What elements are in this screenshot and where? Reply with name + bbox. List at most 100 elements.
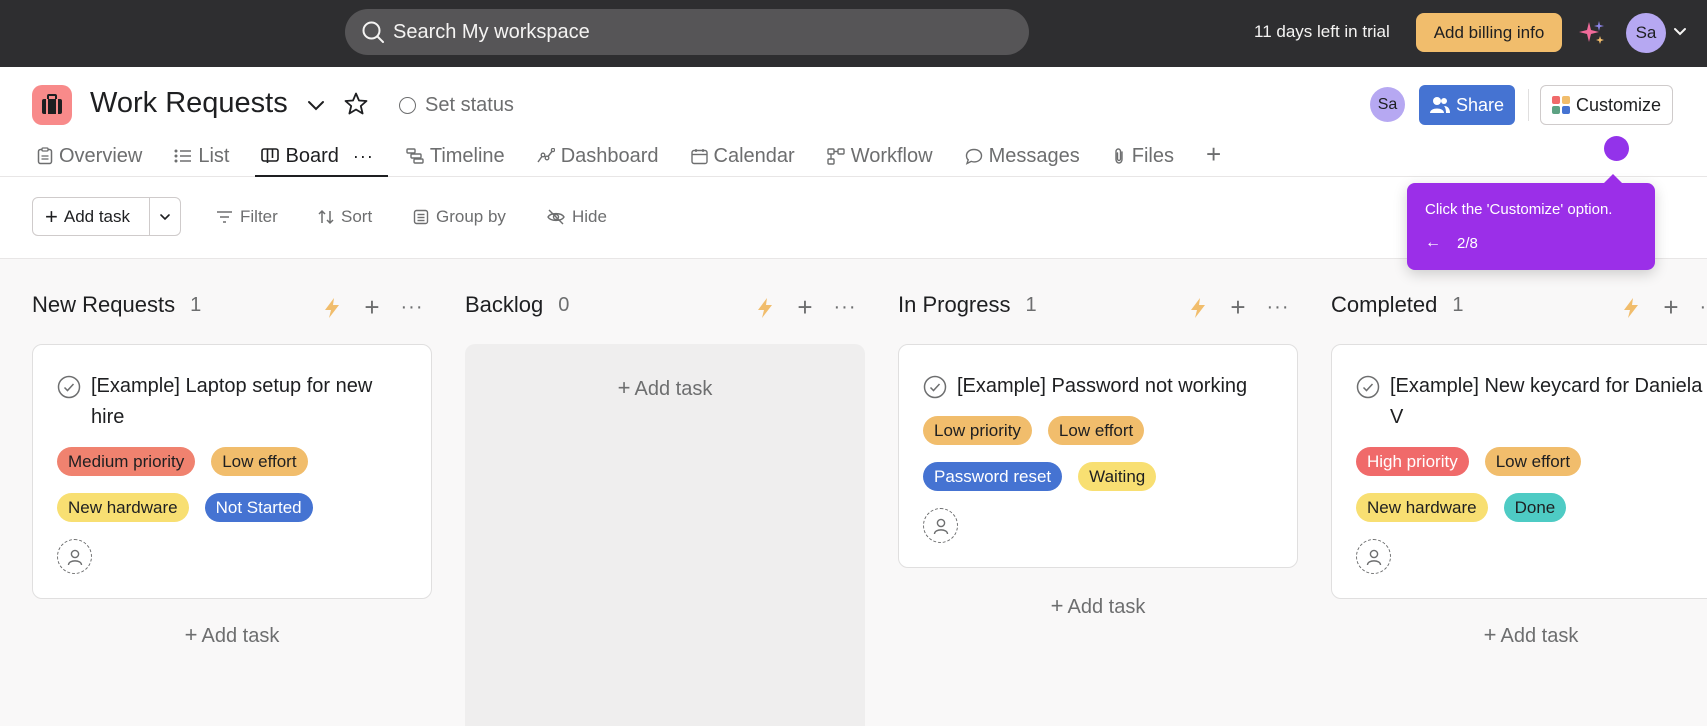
tab-label: Files: [1131, 144, 1174, 167]
assignee-placeholder-icon[interactable]: [923, 508, 958, 543]
check-circle-icon[interactable]: [1356, 375, 1380, 399]
tag-effort: Low effort: [1484, 447, 1582, 476]
column-header: In Progress 1 + ···: [898, 292, 1298, 322]
add-icon[interactable]: +: [1651, 292, 1691, 323]
lightning-icon[interactable]: [312, 297, 352, 319]
more-options-icon[interactable]: ···: [392, 296, 432, 319]
task-card[interactable]: [Example] Password not working Low prior…: [898, 344, 1298, 568]
plus-icon: +: [184, 622, 198, 647]
tab-label: Overview: [59, 144, 143, 167]
column-actions: + ···: [1611, 292, 1707, 323]
add-icon[interactable]: +: [1218, 292, 1258, 323]
add-billing-button[interactable]: Add billing info: [1416, 13, 1562, 52]
task-card[interactable]: [Example] New keycard for Daniela V High…: [1331, 344, 1707, 599]
assignee-placeholder-icon[interactable]: [57, 539, 92, 574]
tab-label: Board: [285, 144, 339, 167]
add-tab-icon[interactable]: +: [1206, 139, 1221, 170]
chevron-down-icon[interactable]: [1672, 24, 1688, 45]
set-status-button[interactable]: Set status: [399, 94, 514, 117]
arrow-left-icon[interactable]: ←: [1425, 234, 1441, 252]
tag-row: Password reset Waiting: [923, 462, 1273, 491]
add-icon[interactable]: +: [352, 292, 392, 323]
ai-sparkle-icon[interactable]: [1578, 19, 1606, 52]
filter-icon: [217, 211, 232, 223]
tab-timeline[interactable]: Timeline: [406, 143, 505, 177]
column-add-task-button[interactable]: + Add task: [1331, 622, 1707, 648]
assignee-placeholder-icon[interactable]: [1356, 539, 1391, 574]
tag-priority: High priority: [1356, 447, 1469, 476]
tab-list[interactable]: List: [174, 143, 229, 177]
more-options-icon[interactable]: ···: [1258, 296, 1298, 319]
tab-overview[interactable]: Overview: [37, 143, 142, 177]
tab-workflow[interactable]: Workflow: [827, 143, 933, 177]
tab-messages[interactable]: Messages: [965, 143, 1080, 177]
add-task-button[interactable]: + Add task: [33, 198, 150, 235]
column-title[interactable]: Completed: [1331, 292, 1437, 318]
column-add-task-button[interactable]: + Add task: [32, 622, 432, 648]
group-by-button[interactable]: Group by: [413, 207, 506, 227]
project-header: Work Requests Set status Sa Share Custom…: [0, 67, 1707, 177]
column-actions: + ···: [1178, 292, 1298, 323]
sort-label: Sort: [341, 207, 373, 226]
tooltip-nav: ← 2/8: [1425, 234, 1637, 252]
column-header: New Requests 1 + ···: [32, 292, 432, 322]
column-count: 1: [1452, 293, 1464, 316]
tab-files[interactable]: Files: [1112, 143, 1174, 177]
tab-dashboard[interactable]: Dashboard: [537, 143, 659, 177]
tag-effort: Low effort: [211, 447, 308, 476]
column-title[interactable]: New Requests: [32, 292, 175, 318]
member-avatar[interactable]: Sa: [1370, 87, 1405, 122]
more-options-icon[interactable]: ···: [825, 296, 865, 319]
message-bubble-icon: [965, 148, 982, 165]
lightning-icon[interactable]: [745, 297, 785, 319]
user-avatar[interactable]: Sa: [1626, 13, 1666, 53]
tour-hotspot-dot[interactable]: [1604, 136, 1629, 161]
lightning-icon[interactable]: [1178, 297, 1218, 319]
tab-calendar[interactable]: Calendar: [690, 143, 795, 177]
list-icon: [174, 149, 192, 163]
board-column-backlog: Backlog 0 + ··· + Add task: [465, 259, 865, 726]
search-placeholder: Search My workspace: [393, 20, 590, 43]
add-task-dropdown[interactable]: [150, 210, 180, 224]
tab-board[interactable]: Board ···: [255, 143, 389, 177]
divider: [1528, 89, 1529, 121]
tag-row: High priority Low effort: [1356, 447, 1706, 476]
plus-icon: +: [617, 375, 631, 400]
empty-column-area: [465, 344, 865, 726]
tab-label: List: [198, 144, 230, 167]
hide-button[interactable]: Hide: [547, 207, 607, 227]
timeline-icon: [406, 148, 424, 164]
column-add-task-button[interactable]: + Add task: [465, 375, 865, 401]
briefcase-icon[interactable]: [32, 85, 72, 125]
column-title[interactable]: In Progress: [898, 292, 1011, 318]
group-by-label: Group by: [436, 207, 506, 226]
calendar-icon: [690, 148, 708, 164]
onboarding-tooltip: Click the 'Customize' option. ← 2/8: [1407, 174, 1655, 270]
filter-button[interactable]: Filter: [216, 207, 278, 227]
check-circle-icon[interactable]: [57, 375, 81, 399]
customize-button[interactable]: Customize: [1540, 85, 1673, 125]
trial-text: 11 days left in trial: [1254, 22, 1390, 41]
more-options-icon[interactable]: ···: [353, 146, 374, 167]
chevron-down-icon[interactable]: [305, 94, 327, 121]
tag-type: New hardware: [1356, 493, 1488, 522]
column-title[interactable]: Backlog: [465, 292, 543, 318]
column-count: 1: [190, 293, 202, 316]
share-button[interactable]: Share: [1419, 85, 1515, 125]
check-circle-icon[interactable]: [923, 375, 947, 399]
plus-icon: +: [1483, 622, 1497, 647]
chevron-down-icon: [160, 213, 170, 220]
column-add-task-button[interactable]: + Add task: [898, 593, 1298, 619]
tag-status: Waiting: [1078, 462, 1157, 491]
plus-icon: +: [1050, 593, 1064, 618]
star-icon[interactable]: [343, 91, 369, 122]
sort-button[interactable]: Sort: [318, 207, 372, 227]
task-card[interactable]: [Example] Laptop setup for new hire Medi…: [32, 344, 432, 599]
lightning-icon[interactable]: [1611, 297, 1651, 319]
more-options-icon[interactable]: ···: [1691, 296, 1707, 319]
customize-icon: [1551, 96, 1570, 114]
add-icon[interactable]: +: [785, 292, 825, 323]
tag-status: Not Started: [204, 493, 313, 522]
page-title: Work Requests: [90, 87, 288, 119]
search-input[interactable]: Search My workspace: [345, 9, 1029, 55]
